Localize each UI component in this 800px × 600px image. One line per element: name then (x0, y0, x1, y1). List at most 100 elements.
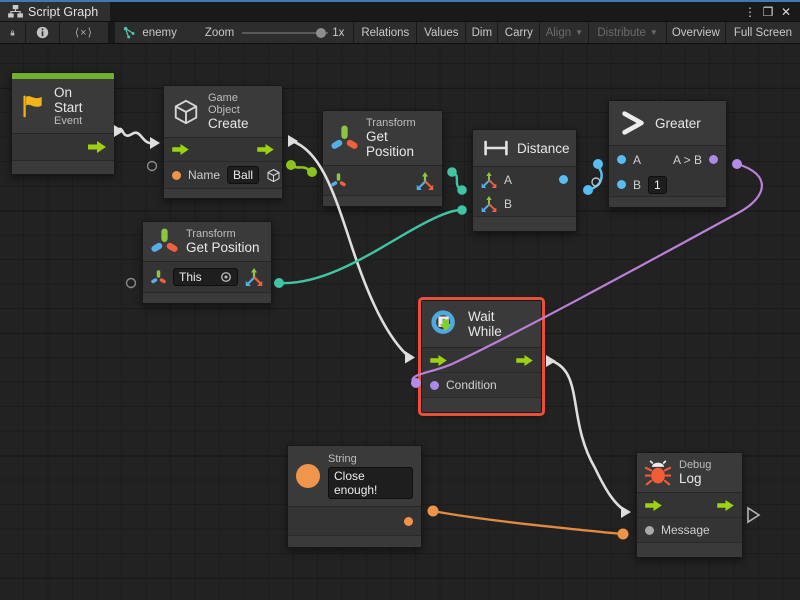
node-debug-log[interactable]: Debug Log Message (636, 452, 743, 558)
toolbar-gap (109, 22, 115, 43)
transform-icon (151, 228, 178, 255)
vector3-out-port[interactable] (245, 268, 263, 286)
cube-icon (172, 98, 200, 126)
unconnected-port-circle[interactable] (148, 162, 157, 171)
node-distance[interactable]: Distance A B (472, 129, 577, 232)
node-footer (473, 217, 576, 231)
flow-in-port[interactable] (645, 500, 662, 511)
string-out-port[interactable] (404, 517, 413, 526)
carry-toggle[interactable]: Carry (498, 22, 539, 43)
window-close-button[interactable]: ✕ (778, 5, 794, 19)
name-port-label: Name (188, 168, 220, 182)
port-b-label: B (633, 178, 641, 192)
greater-than-icon (619, 109, 647, 137)
distribute-label: Distribute (597, 27, 646, 39)
wire-distance-to-greater-a[interactable] (583, 159, 603, 195)
result-out-port[interactable] (709, 155, 718, 164)
node-title: String (328, 453, 413, 465)
align-dropdown[interactable]: Align▼ (540, 22, 588, 43)
target-picker-icon[interactable] (220, 271, 232, 283)
wire-onstart-to-create[interactable] (114, 125, 160, 149)
script-graph-window: Script Graph ⋮ ❒ ✕ ⟨×⟩ enemy Zoom 1x Rel… (0, 0, 800, 600)
info-icon (36, 26, 49, 39)
chevron-down-icon: ▼ (650, 28, 658, 37)
node-subtitle: Event (54, 115, 104, 127)
node-get-position-top[interactable]: Transform Get Position (322, 110, 443, 207)
string-value-input[interactable]: Close enough! (328, 467, 413, 499)
graph-reference-icon (123, 26, 137, 40)
wire-create-to-getposition[interactable] (286, 160, 317, 177)
distribute-dropdown[interactable]: Distribute ▼ (589, 22, 666, 43)
node-footer (422, 398, 541, 412)
result-out-port[interactable] (559, 175, 568, 184)
zoom-slider[interactable] (242, 32, 328, 34)
tab-script-graph[interactable]: Script Graph (0, 2, 110, 21)
zoom-slider-handle[interactable] (316, 28, 326, 38)
message-in-port[interactable] (645, 526, 654, 535)
node-wait-while[interactable]: Wait While Condition (421, 300, 542, 413)
transform-target-port[interactable] (151, 270, 166, 285)
distance-icon (483, 140, 509, 156)
graph-name[interactable]: enemy (142, 27, 177, 39)
zoom-value: 1x (332, 27, 344, 39)
flow-out-port[interactable] (257, 144, 274, 155)
lock-button[interactable] (0, 22, 25, 43)
unconnected-port-circle[interactable] (127, 279, 136, 288)
node-footer (143, 293, 271, 303)
node-string-literal[interactable]: String Close enough! (287, 445, 422, 548)
node-greater[interactable]: Greater A A > B B 1 (608, 100, 727, 208)
wire-getpositionbottom-to-distance-b[interactable] (274, 205, 467, 288)
port-a-label: A (633, 153, 641, 167)
target-input[interactable]: This (173, 268, 238, 286)
node-footer (164, 189, 282, 198)
flow-out-port[interactable] (88, 141, 106, 153)
inspect-button[interactable] (26, 22, 59, 43)
name-value-port[interactable] (172, 171, 181, 180)
flow-out-port[interactable] (516, 355, 533, 366)
flow-out-port[interactable] (717, 500, 734, 511)
transform-target-port[interactable] (331, 173, 346, 188)
overview-button[interactable]: Overview (667, 22, 725, 43)
wire-slack-loop (592, 178, 600, 186)
wire-string-to-message[interactable] (428, 506, 629, 540)
node-footer (323, 196, 442, 206)
b-value-input[interactable]: 1 (648, 176, 667, 194)
align-label: Align (546, 27, 572, 39)
node-game-object-create[interactable]: Game Object Create Name Ball (163, 85, 283, 199)
graph-context-segment: enemy Zoom 1x (115, 22, 353, 43)
vector3-a-port[interactable] (481, 172, 497, 188)
window-menu-button[interactable]: ⋮ (742, 5, 758, 19)
relations-toggle[interactable]: Relations (354, 22, 416, 43)
wire-waitwhile-to-log[interactable] (546, 355, 631, 518)
port-a-label: A (504, 173, 512, 187)
node-title: On Start (54, 85, 104, 115)
full-screen-button[interactable]: Full Screen (726, 22, 800, 43)
name-input[interactable]: Ball (227, 166, 259, 184)
node-footer (609, 197, 726, 207)
node-title: Wait While (468, 309, 531, 339)
port-b-label: B (504, 197, 512, 211)
flow-in-port[interactable] (430, 355, 447, 366)
unconnected-flow-triangle[interactable] (748, 508, 759, 522)
graph-canvas[interactable]: On Start Event Game Object Create (0, 44, 800, 600)
a-in-port[interactable] (617, 155, 626, 164)
code-preview-button[interactable]: ⟨×⟩ (60, 22, 108, 43)
dim-toggle[interactable]: Dim (466, 22, 497, 43)
node-category: Debug (679, 459, 711, 471)
node-footer (637, 543, 742, 557)
node-get-position-bottom[interactable]: Transform Get Position This (142, 221, 272, 304)
vector3-b-port[interactable] (481, 196, 497, 212)
vector3-out-port[interactable] (416, 172, 434, 190)
node-footer (288, 536, 421, 547)
wire-getpositiontop-to-distance-a[interactable] (447, 167, 467, 195)
lock-icon (10, 26, 15, 40)
node-footer (12, 161, 114, 174)
b-in-port[interactable] (617, 180, 626, 189)
values-toggle[interactable]: Values (417, 22, 465, 43)
flow-in-port[interactable] (172, 144, 189, 155)
node-on-start-event[interactable]: On Start Event (11, 72, 115, 175)
node-title: Log (679, 471, 711, 486)
node-category: Transform (186, 228, 260, 240)
condition-in-port[interactable] (430, 381, 439, 390)
window-maximize-button[interactable]: ❒ (760, 5, 776, 19)
